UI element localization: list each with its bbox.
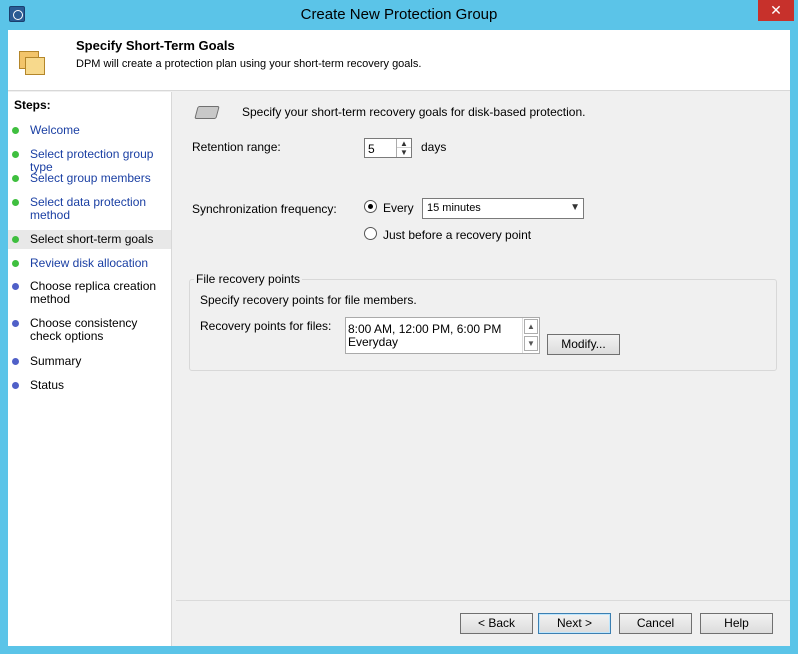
step-pending-icon: [12, 382, 19, 389]
just-before-recovery-label[interactable]: Just before a recovery point: [383, 228, 531, 242]
step-label: Status: [30, 378, 65, 392]
page-title: Specify Short-Term Goals: [76, 38, 235, 53]
close-button[interactable]: ✕: [758, 0, 794, 21]
step-complete-icon: [12, 175, 19, 182]
chevron-down-icon[interactable]: ▼: [570, 202, 580, 213]
step-welcome[interactable]: Welcome: [8, 124, 171, 137]
step-label: Select data protection method: [30, 195, 147, 222]
file-recovery-points-title: File recovery points: [194, 272, 303, 286]
step-label: Review disk allocation: [30, 256, 149, 270]
every-radio[interactable]: [364, 200, 377, 213]
modify-button[interactable]: Modify...: [547, 334, 620, 355]
recovery-points-times: 8:00 AM, 12:00 PM, 6:00 PM: [348, 322, 502, 336]
step-label: Select short-term goals: [30, 232, 154, 246]
retention-range-label: Retention range:: [192, 140, 281, 154]
wizard-footer: < Back Next > Cancel Help: [176, 600, 790, 646]
retention-range-spinner[interactable]: 5 ▲ ▼: [364, 138, 412, 158]
scroll-down-icon[interactable]: ▼: [524, 336, 538, 351]
step-review-disk-allocation[interactable]: Review disk allocation: [8, 257, 171, 270]
steps-title: Steps:: [14, 98, 51, 112]
steps-panel: Steps: Welcome Select protection group t…: [8, 92, 172, 646]
step-select-group-members[interactable]: Select group members: [8, 172, 171, 185]
retention-range-value[interactable]: 5: [368, 142, 375, 156]
window-title: Create New Protection Group: [300, 6, 498, 23]
spinner-down-icon[interactable]: ▼: [397, 148, 411, 157]
retention-unit-label: days: [421, 140, 447, 154]
step-pending-icon: [12, 358, 19, 365]
intro-text: Specify your short-term recovery goals f…: [242, 105, 586, 119]
every-label[interactable]: Every: [383, 201, 414, 215]
recovery-points-textbox[interactable]: 8:00 AM, 12:00 PM, 6:00 PM Everyday ▲ ▼: [345, 317, 540, 354]
step-complete-icon: [12, 127, 19, 134]
step-complete-icon: [12, 260, 19, 267]
step-pending-icon: [12, 283, 19, 290]
protection-group-icon: [19, 49, 47, 77]
step-choose-consistency-check-options: Choose consistency check options: [8, 317, 171, 343]
back-button[interactable]: < Back: [460, 613, 533, 634]
recovery-points-label: Recovery points for files:: [200, 319, 332, 333]
step-pending-icon: [12, 320, 19, 327]
just-before-recovery-radio[interactable]: [364, 227, 377, 240]
step-label: Summary: [30, 354, 82, 368]
wizard-client-area: Specify Short-Term Goals DPM will create…: [8, 30, 790, 646]
step-complete-icon: [12, 199, 19, 206]
spinner-up-icon[interactable]: ▲: [397, 139, 411, 148]
title-bar: Create New Protection Group ✕: [0, 0, 798, 30]
help-button[interactable]: Help: [700, 613, 773, 634]
step-choose-replica-creation-method: Choose replica creation method: [8, 280, 171, 306]
file-recovery-points-description: Specify recovery points for file members…: [200, 293, 417, 307]
step-label: Welcome: [30, 123, 80, 137]
disk-icon: [194, 106, 220, 119]
wizard-window: Create New Protection Group ✕ Specify Sh…: [0, 0, 798, 654]
next-button[interactable]: Next >: [538, 613, 611, 634]
step-summary: Summary: [8, 355, 171, 368]
step-select-data-protection-method[interactable]: Select data protection method: [8, 196, 171, 222]
frequency-dropdown[interactable]: 15 minutes ▼: [422, 198, 584, 219]
main-panel: Specify your short-term recovery goals f…: [176, 92, 790, 600]
page-subtitle: DPM will create a protection plan using …: [76, 58, 422, 70]
scroll-up-icon[interactable]: ▲: [524, 319, 538, 334]
frequency-value: 15 minutes: [427, 202, 481, 214]
cancel-button[interactable]: Cancel: [619, 613, 692, 634]
recovery-points-scrollbar[interactable]: ▲ ▼: [522, 318, 539, 353]
page-header: Specify Short-Term Goals DPM will create…: [8, 30, 790, 91]
step-select-short-term-goals[interactable]: Select short-term goals: [8, 230, 171, 249]
step-status: Status: [8, 379, 171, 392]
sync-frequency-label: Synchronization frequency:: [192, 202, 337, 216]
step-label: Choose replica creation method: [30, 279, 157, 306]
recovery-points-schedule: Everyday: [348, 335, 399, 349]
step-label: Choose consistency check options: [30, 316, 138, 343]
step-label: Select protection group type: [30, 147, 154, 174]
step-complete-icon: [12, 151, 19, 158]
step-label: Select group members: [30, 171, 151, 185]
step-current-icon: [12, 236, 19, 243]
